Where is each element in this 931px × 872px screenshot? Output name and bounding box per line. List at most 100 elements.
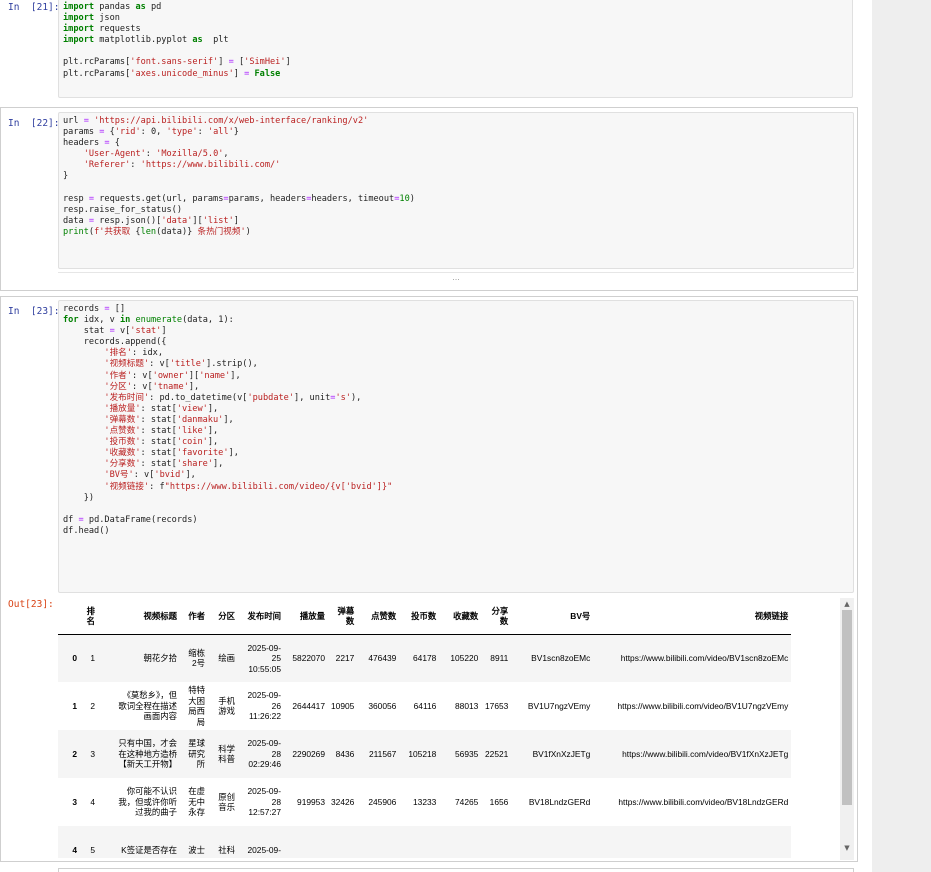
next-cell[interactable]: [58, 868, 854, 872]
code-line[interactable]: records = []: [63, 304, 849, 315]
code-line[interactable]: '分享数': stat['share'],: [63, 459, 849, 470]
code-line[interactable]: 'User-Agent': 'Mozilla/5.0',: [63, 149, 849, 160]
output-vertical-scrollbar[interactable]: ▲ ▼: [840, 598, 854, 860]
table-cell: 5822070: [292, 653, 325, 663]
code-token: : pd.to_datetime(v[: [149, 392, 248, 403]
code-token: resp.json()[: [94, 215, 162, 226]
code-line[interactable]: import matplotlib.pyplot as plt: [63, 35, 848, 46]
code-token: url: [63, 116, 84, 126]
cell-21-prompt: In [21]:: [8, 2, 60, 13]
code-token: ]: [161, 326, 167, 337]
code-line[interactable]: '排名': idx,: [63, 348, 849, 359]
cell-23-input[interactable]: records = [] for idx, v in enumerate(data…: [58, 300, 854, 593]
code-line[interactable]: plt.rcParams['axes.unicode_minus'] = Fal…: [63, 69, 848, 80]
code-token: idx, v: [78, 315, 120, 326]
code-line[interactable]: '播放量': stat['view'],: [63, 404, 849, 415]
code-line[interactable]: resp.raise_for_status(): [63, 205, 849, 216]
collapsed-output-marker[interactable]: ...: [58, 272, 854, 286]
table-cell: 360056: [368, 700, 397, 711]
column-header: 弹幕 数: [328, 598, 358, 635]
code-line[interactable]: data = resp.json()['data']['list']: [63, 216, 849, 227]
code-line[interactable]: stat = v['stat']: [63, 326, 849, 337]
table-cell: 64178: [413, 653, 437, 663]
row-index: 4: [72, 844, 77, 855]
code-token: 'https://www.bilibili.com/': [140, 160, 281, 171]
code-line[interactable]: '分区': v['tname'],: [63, 382, 849, 393]
code-line[interactable]: import pandas as pd: [63, 2, 848, 13]
code-line[interactable]: '发布时间': pd.to_datetime(v['pubdate'], uni…: [63, 393, 849, 404]
table-cell: https://www.bilibili.com/video/BV1scn8zo…: [620, 653, 789, 663]
cell-22-input[interactable]: url = 'https://api.bilibili.com/x/web-in…: [58, 112, 854, 269]
table-cell: 105220: [450, 653, 479, 663]
cell-22-code[interactable]: url = 'https://api.bilibili.com/x/web-in…: [59, 113, 853, 241]
code-line[interactable]: for idx, v in enumerate(data, 1):: [63, 315, 849, 326]
dataframe-output[interactable]: 排 名视频标题 作者 分区 发布时间 播放量 弹幕 数点赞数 投币数 收藏数 分享 数 BV号 视频…: [58, 598, 838, 858]
table-cell: [357, 826, 399, 858]
code-line[interactable]: params = {'rid': 0, 'type': 'all'}: [63, 127, 849, 138]
code-token: 'title': [169, 359, 207, 370]
row-index: 1: [72, 700, 77, 711]
code-line[interactable]: df = pd.DataFrame(records): [63, 515, 849, 526]
code-line[interactable]: url = 'https://api.bilibili.com/x/web-in…: [63, 116, 849, 127]
code-token: df.head(): [63, 525, 110, 536]
column-header: 排 名: [80, 598, 98, 635]
code-line[interactable]: '投币数': stat['coin'],: [63, 437, 849, 448]
code-token: ]: [233, 68, 245, 79]
code-token: records.append({: [63, 337, 167, 348]
scrollbar-thumb[interactable]: [842, 610, 852, 805]
code-line[interactable]: records.append({: [63, 337, 849, 348]
code-line[interactable]: '视频标题': v['title'].strip(),: [63, 359, 849, 370]
table-cell: 10905: [331, 700, 355, 711]
code-line[interactable]: import requests: [63, 24, 848, 35]
code-line[interactable]: '点赞数': stat['like'],: [63, 426, 849, 437]
table-row: 0 1 朝花夕拾 缩栋 2号 绘画 2025-09- 25 10:55:05 5822070…: [58, 634, 792, 682]
code-token: 'tname': [152, 381, 189, 392]
code-token: 'User-Agent': [83, 149, 146, 160]
column-header: 视频链接: [593, 598, 792, 635]
code-line[interactable]: headers = {: [63, 138, 849, 149]
code-line[interactable]: [63, 504, 849, 515]
code-line[interactable]: plt.rcParams['font.sans-serif'] = ['SimH…: [63, 57, 848, 68]
code-line[interactable]: '视频链接': f"https://www.bilibili.com/video…: [63, 482, 849, 493]
scroll-up-icon[interactable]: ▲: [840, 598, 854, 610]
code-token: ,: [223, 149, 229, 160]
code-line[interactable]: df.head(): [63, 526, 849, 537]
code-token: ): [245, 226, 251, 237]
code-line[interactable]: }: [63, 171, 849, 182]
table-cell: BV18LndzGERd: [528, 796, 591, 807]
cell-23-code[interactable]: records = [] for idx, v in enumerate(data…: [59, 301, 853, 540]
column-header: 收藏数: [439, 598, 482, 635]
code-line[interactable]: }): [63, 493, 849, 504]
code-line[interactable]: resp = requests.get(url, params=params, …: [63, 194, 849, 205]
table-cell: 56935: [455, 748, 479, 759]
cell-21-code[interactable]: import pandas as pd import json import req…: [59, 0, 852, 83]
code-line[interactable]: '弹幕数': stat['danmaku'],: [63, 415, 849, 426]
code-line[interactable]: 'Referer': 'https://www.bilibili.com/': [63, 160, 849, 171]
table-cell: [284, 826, 328, 858]
code-token: 'https://api.bilibili.com/x/web-interfac…: [94, 116, 369, 126]
code-line[interactable]: '作者': v['owner']['name'],: [63, 371, 849, 382]
code-line[interactable]: [63, 46, 848, 57]
code-line[interactable]: 'BV号': v['bvid'],: [63, 470, 849, 481]
table-cell: 2025-09- 28 02:29:46: [247, 738, 281, 770]
scroll-down-icon[interactable]: ▼: [840, 842, 854, 854]
code-line[interactable]: [63, 183, 849, 194]
code-line[interactable]: '收藏数': stat['favorite'],: [63, 448, 849, 459]
cell-21-input[interactable]: import pandas as pd import json import req…: [58, 0, 853, 98]
code-token: False: [254, 68, 281, 79]
code-token: 'type': [166, 127, 198, 138]
code-line[interactable]: import json: [63, 13, 848, 24]
code-token: : v[: [133, 470, 155, 481]
table-cell: 2644417: [292, 700, 325, 711]
code-line[interactable]: print(f'共获取 {len(data)} 条热门视频'): [63, 227, 849, 238]
table-cell: 22521: [485, 748, 509, 759]
code-token: }: [63, 171, 69, 182]
table-cell: 2290269: [292, 748, 325, 759]
code-token: in: [119, 315, 131, 326]
